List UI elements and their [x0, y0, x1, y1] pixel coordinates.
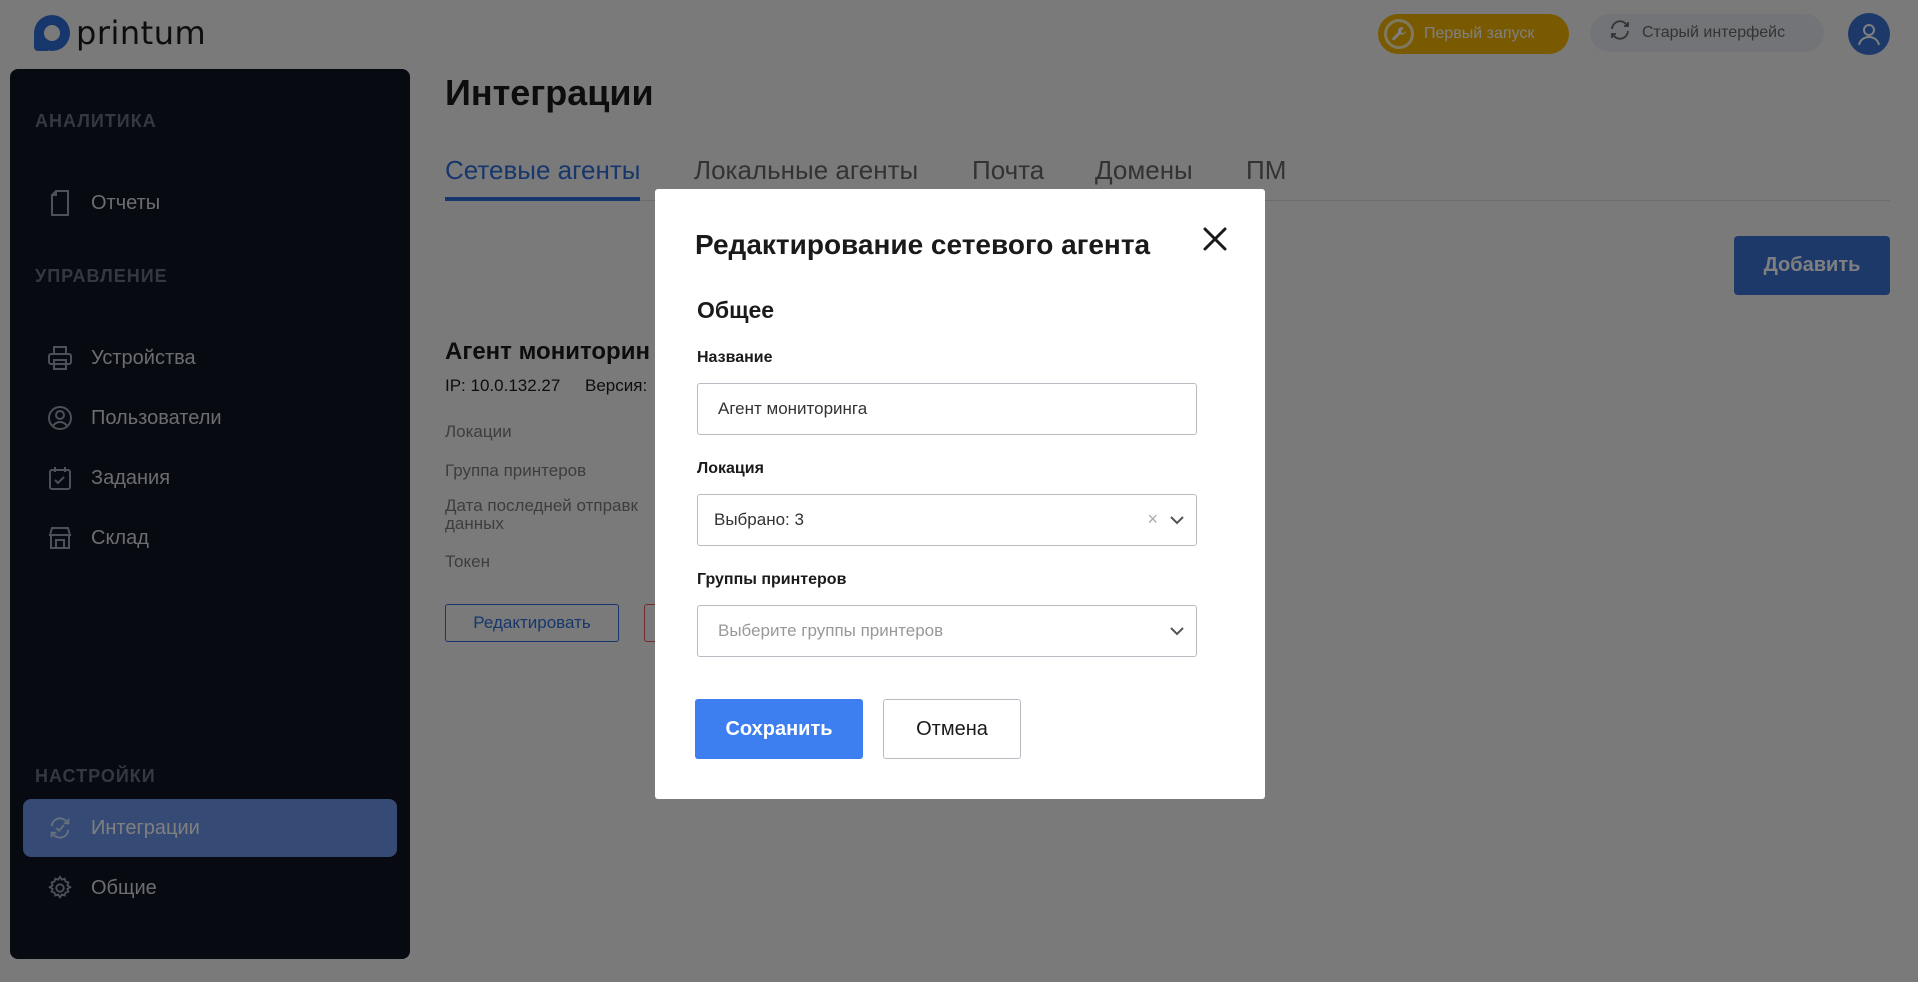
- clear-icon[interactable]: ×: [1147, 509, 1158, 530]
- section-general: Общее: [697, 297, 775, 323]
- location-select-value: Выбрано: 3: [714, 510, 804, 529]
- location-label: Локация: [697, 460, 764, 477]
- printer-groups-label: Группы принтеров: [697, 571, 847, 588]
- close-icon[interactable]: [1199, 223, 1231, 255]
- chevron-down-icon[interactable]: [1168, 622, 1186, 645]
- cancel-button[interactable]: Отмена: [883, 699, 1021, 759]
- name-field[interactable]: Агент мониторинга: [697, 383, 1197, 435]
- save-button[interactable]: Сохранить: [695, 699, 863, 759]
- printer-groups-select[interactable]: Выберите группы принтеров: [697, 605, 1197, 657]
- name-label: Название: [697, 349, 773, 366]
- modal-title: Редактирование сетевого агента: [695, 229, 1151, 260]
- edit-agent-modal: Редактирование сетевого агента Общее Наз…: [655, 189, 1265, 799]
- location-select[interactable]: Выбрано: 3 ×: [697, 494, 1197, 546]
- printer-groups-placeholder: Выберите группы принтеров: [718, 621, 944, 640]
- name-field-value: Агент мониторинга: [718, 399, 868, 418]
- chevron-down-icon[interactable]: [1168, 511, 1186, 534]
